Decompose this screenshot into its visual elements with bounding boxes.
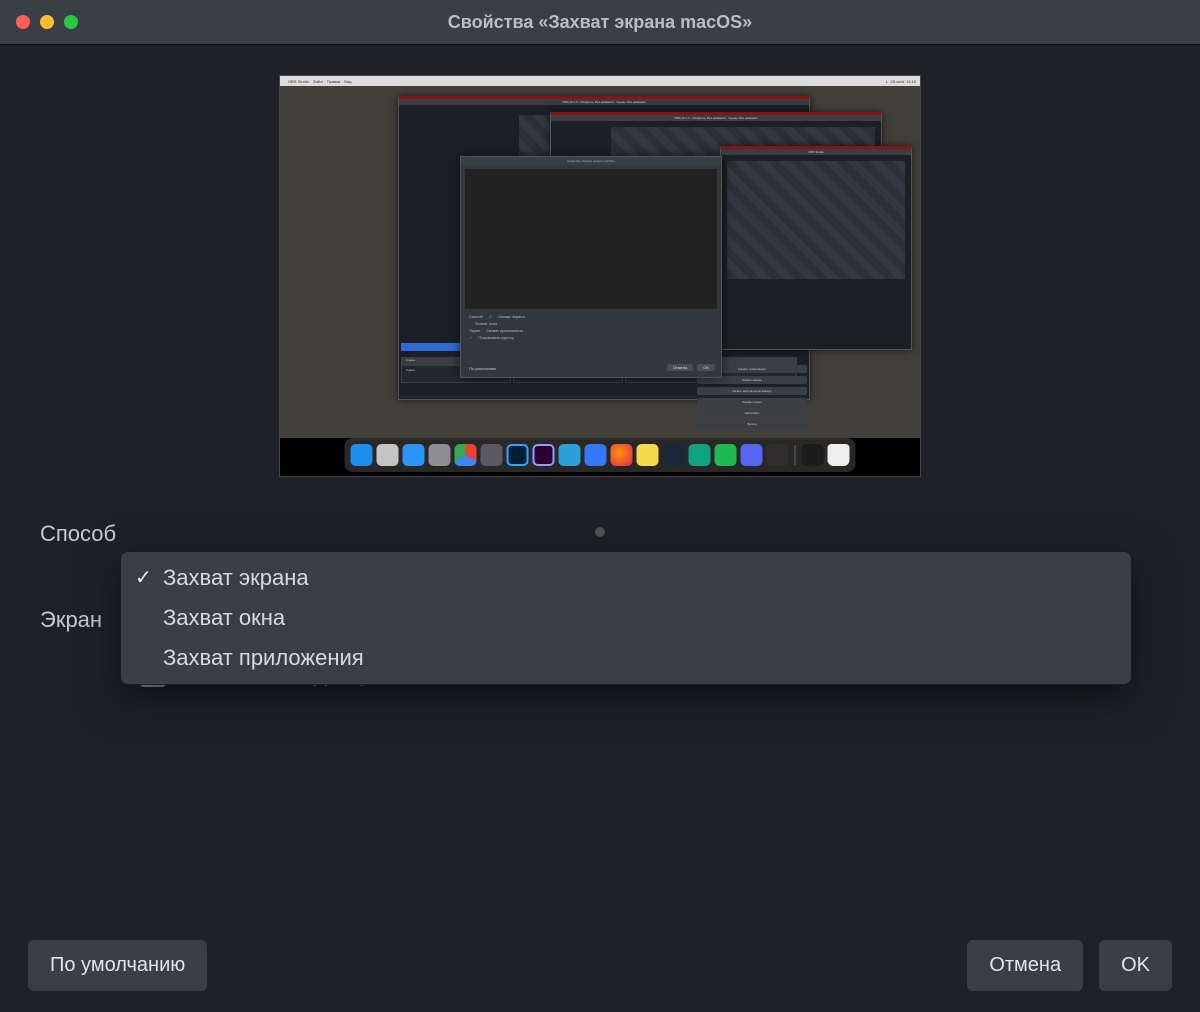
preview-control-btn: Настройки (697, 409, 807, 417)
preview-control-btn: Режим студии (697, 398, 807, 406)
method-dropdown: Захват экранаЗахват окнаЗахват приложени… (120, 551, 1132, 685)
dialog-footer: По умолчанию Отмена OK (0, 918, 1200, 1012)
minimize-window-button[interactable] (40, 15, 54, 29)
preview-inner-opt: Захват экрана (498, 314, 524, 319)
preview-desktop: OBS 29.1.3 · Профиль: Без названия · Сце… (280, 86, 920, 438)
traffic-lights (16, 15, 78, 29)
preview-container: OBS Studio Файл Правка Вид L· 25 сент. 1… (0, 45, 1200, 487)
preview-menubar-clock: L· 25 сент. 11:15 (886, 79, 916, 84)
defaults-button[interactable]: По умолчанию (28, 940, 207, 991)
capture-preview: OBS Studio Файл Правка Вид L· 25 сент. 1… (279, 75, 921, 477)
dock-app-appx (481, 444, 503, 466)
dock-app-steam (663, 444, 685, 466)
preview-control-btn: Выход (697, 420, 807, 428)
preview-inner-cancel: Отмена (667, 364, 693, 371)
dock-app-launchpad (377, 444, 399, 466)
ok-button[interactable]: OK (1099, 940, 1172, 991)
preview-inner-opt: Захват приложения (486, 328, 523, 333)
preview-menubar-item: Вид (344, 79, 351, 84)
preview-inner-defaults: По умолчанию (469, 366, 496, 371)
dock-app-finder (351, 444, 373, 466)
preview-inner-ok: OK (697, 364, 715, 371)
preview-obs-window: OBS Studio (720, 146, 912, 350)
preview-inner-label: Экран (469, 328, 480, 333)
titlebar: Свойства «Захват экрана macOS» (0, 0, 1200, 45)
cancel-button[interactable]: Отмена (967, 940, 1083, 991)
close-window-button[interactable] (16, 15, 30, 29)
method-label: Способ (40, 521, 140, 547)
dock-app-safari (403, 444, 425, 466)
dock-app-mail (585, 444, 607, 466)
preview-inner-opt: Захват окна (475, 321, 497, 326)
preview-menubar-item: Правка (327, 79, 341, 84)
dock-app-settings (429, 444, 451, 466)
maximize-window-button[interactable] (64, 15, 78, 29)
dock-app-trash (828, 444, 850, 466)
method-row: Способ (40, 513, 1160, 555)
preview-mac-menubar: OBS Studio Файл Правка Вид L· 25 сент. 1… (280, 76, 920, 86)
dock-app-obs (767, 444, 789, 466)
method-option[interactable]: Захват приложения (121, 638, 1131, 678)
dock-app-terminal (802, 444, 824, 466)
dock-app-discord (741, 444, 763, 466)
preview-control-btn: Начать виртуальную камеру (697, 387, 807, 395)
preview-inner-label: Способ (469, 314, 483, 319)
preview-menubar-app: OBS Studio (288, 79, 309, 84)
dock-app-chrome (455, 444, 477, 466)
preview-inner-dialog: Свойства «Захват экрана macOS» Способ✓ З… (460, 156, 722, 378)
dock-app-telegram (559, 444, 581, 466)
dock-app-spotify (715, 444, 737, 466)
preview-menubar-item: Файл (313, 79, 323, 84)
method-option[interactable]: Захват окна (121, 598, 1131, 638)
dock-app-chatgpt (689, 444, 711, 466)
dock-app-notes (637, 444, 659, 466)
preview-inner-title: Свойства «Захват экрана macOS» (461, 157, 721, 165)
preview-dock (345, 438, 856, 472)
content-root: OBS Studio Файл Правка Вид L· 25 сент. 1… (0, 45, 1200, 1012)
dock-app-premiere (533, 444, 555, 466)
dock-app-photoshop (507, 444, 529, 466)
method-option[interactable]: Захват экрана (121, 558, 1131, 598)
window-title: Свойства «Захват экрана macOS» (448, 12, 752, 33)
dock-app-firefox (611, 444, 633, 466)
preview-inner-cursor: Показывать курсор (478, 335, 514, 340)
